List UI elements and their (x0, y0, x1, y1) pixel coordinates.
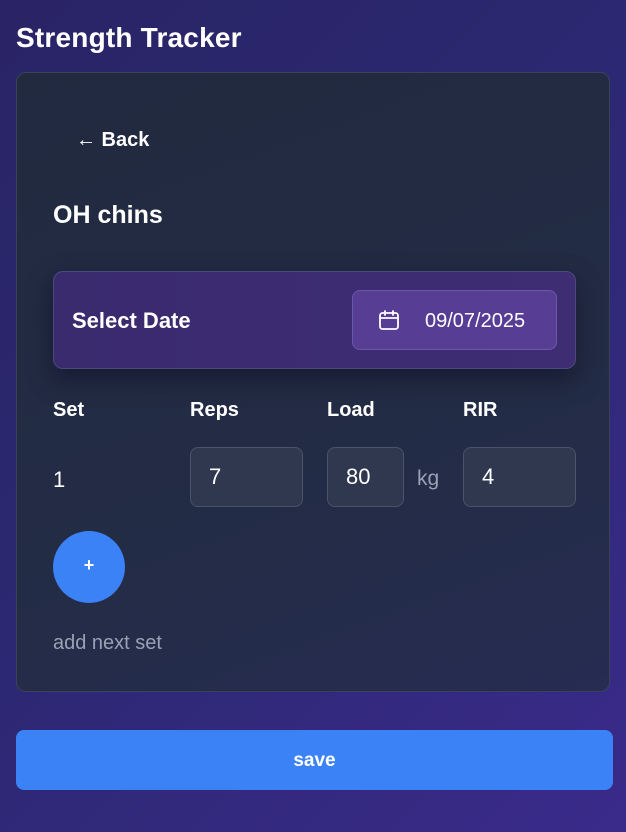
reps-input[interactable] (190, 447, 303, 507)
header-set: Set (53, 399, 85, 421)
exercise-card: ← Back OH chins Select Date 09/07/2025 S… (16, 72, 610, 692)
header-rir: RIR (463, 399, 498, 421)
add-set-caption: add next set (53, 632, 162, 654)
rir-input[interactable] (463, 447, 576, 507)
app-title: Strength Tracker (16, 22, 242, 53)
header-reps: Reps (190, 399, 239, 421)
save-label: save (293, 750, 336, 771)
date-value: 09/07/2025 (425, 310, 526, 332)
back-button[interactable]: ← Back (76, 129, 149, 152)
load-unit: kg (417, 467, 440, 490)
date-picker-button[interactable]: 09/07/2025 (352, 290, 557, 350)
date-panel: Select Date 09/07/2025 (53, 271, 576, 369)
plus-icon: + (83, 555, 95, 575)
calendar-icon (379, 310, 399, 330)
date-label: Select Date (72, 308, 191, 333)
set-number: 1 (53, 467, 66, 492)
header-load: Load (327, 399, 375, 421)
save-button[interactable]: save (16, 730, 613, 790)
load-input[interactable] (327, 447, 404, 507)
exercise-title: OH chins (53, 201, 163, 229)
add-set-button[interactable]: + (53, 531, 125, 603)
